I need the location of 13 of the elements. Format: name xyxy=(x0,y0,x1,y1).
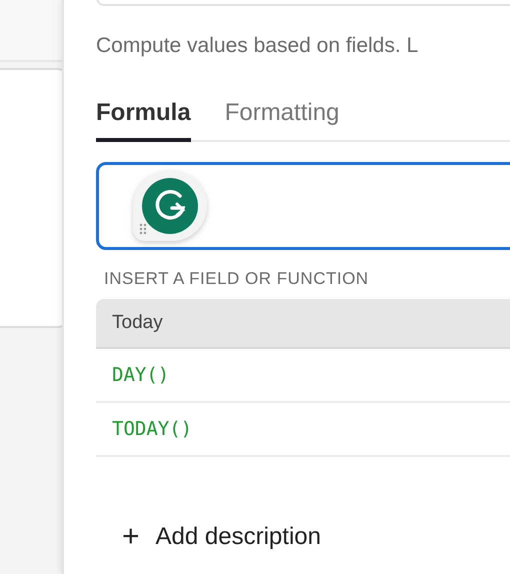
name-field[interactable] xyxy=(96,0,510,6)
tab[interactable]: Formatting xyxy=(224,98,340,142)
drag-handle-icon[interactable] xyxy=(139,223,147,235)
tab[interactable]: Formula xyxy=(96,98,191,142)
add-description-button[interactable]: + Add description xyxy=(122,522,321,552)
grammarly-widget[interactable] xyxy=(133,171,207,241)
section-heading: INSERT A FIELD OR FUNCTION xyxy=(104,268,370,290)
group-header: Today xyxy=(96,299,510,349)
logo-icon xyxy=(141,177,199,235)
function-item[interactable]: DAY() xyxy=(96,349,510,403)
field-description: Compute values based on fields. L xyxy=(96,33,420,59)
formula-field[interactable] xyxy=(96,162,510,250)
function-item[interactable]: TODAY() xyxy=(96,403,510,457)
